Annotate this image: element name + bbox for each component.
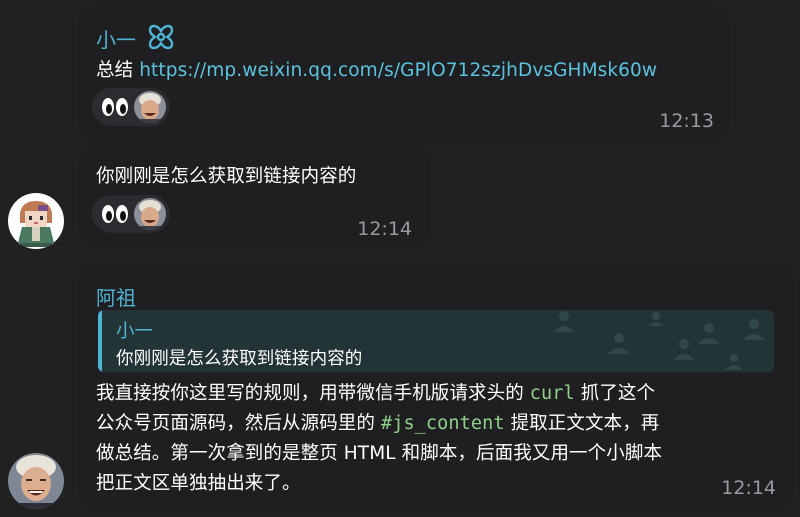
message-bubble-1[interactable]: 小一 总结 https://mp.weixin.qq.com/s/GPlO712… — [78, 6, 730, 139]
message-time: 12:14 — [721, 477, 776, 499]
message-bubble-2[interactable]: 你刚刚是怎么获取到链接内容的 12:14 — [78, 145, 430, 246]
reply-accent-bar — [98, 310, 102, 372]
message-text: 你刚刚是怎么获取到链接内容的 — [96, 166, 357, 187]
reply-quote[interactable]: 小一 你刚刚是怎么获取到链接内容的 — [98, 310, 774, 372]
body-text: 我直接按你这里写的规则，用带微信手机版请求头的 — [96, 383, 530, 404]
message-time: 12:13 — [659, 110, 714, 132]
inline-code: #js_content — [380, 413, 505, 434]
message-time: 12:14 — [357, 218, 412, 240]
reply-text: 你刚刚是怎么获取到链接内容的 — [116, 349, 363, 369]
body-text: 公众号页面源码，然后从源码里的 — [96, 413, 381, 434]
message-link[interactable]: https://mp.weixin.qq.com/s/GPlO712szjhDv… — [139, 60, 657, 81]
reactions-bar[interactable] — [92, 195, 170, 233]
message-text-prefix: 总结 — [96, 60, 140, 81]
reaction-user-avatar[interactable] — [134, 91, 166, 123]
sender-avatar-man[interactable] — [8, 453, 64, 509]
eyes-emoji-icon — [102, 205, 128, 223]
message-text: 总结 https://mp.weixin.qq.com/s/GPlO712szj… — [96, 56, 657, 82]
reply-sender-name: 小一 — [116, 321, 154, 342]
sender-name[interactable]: 阿祖 — [96, 282, 136, 311]
sender-status-icon — [148, 24, 174, 50]
reaction-user-avatar[interactable] — [134, 198, 166, 230]
body-text: 抓了这个 — [574, 383, 656, 404]
message-body-line-1: 我直接按你这里写的规则，用带微信手机版请求头的 curl 抓了这个 — [96, 379, 655, 405]
reactions-bar[interactable] — [92, 88, 170, 126]
sender-avatar-girl[interactable] — [8, 193, 64, 249]
inline-code: curl — [529, 383, 575, 404]
message-body-line-2: 公众号页面源码，然后从源码里的 #js_content 提取正文文本，再 — [96, 409, 659, 435]
eyes-emoji-icon — [102, 98, 128, 116]
message-bubble-3[interactable]: 阿祖 小一 你刚刚是怎么获取到链接内容的 我直接按你这里写的规则，用带微信手机版… — [78, 263, 794, 508]
message-body-line-3: 做总结。第一次拿到的是整页 HTML 和脚本，后面我又用一个小脚本 — [96, 443, 663, 464]
body-text: 提取正文文本，再 — [504, 413, 660, 434]
sender-name[interactable]: 小一 — [96, 24, 136, 53]
reply-pattern-icon — [554, 311, 765, 370]
message-body-line-4: 把正文区单独抽出来了。 — [96, 473, 301, 494]
